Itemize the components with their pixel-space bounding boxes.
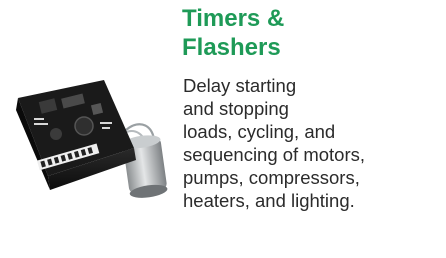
timer-module-icon [16,80,168,198]
product-description: Delay starting and stopping loads, cycli… [183,75,366,211]
text-column: Timers & Flashers Delay starting and sto… [182,0,442,212]
product-card: Timers & Flashers Delay starting and sto… [0,0,446,258]
product-title: Timers & Flashers [182,5,285,61]
